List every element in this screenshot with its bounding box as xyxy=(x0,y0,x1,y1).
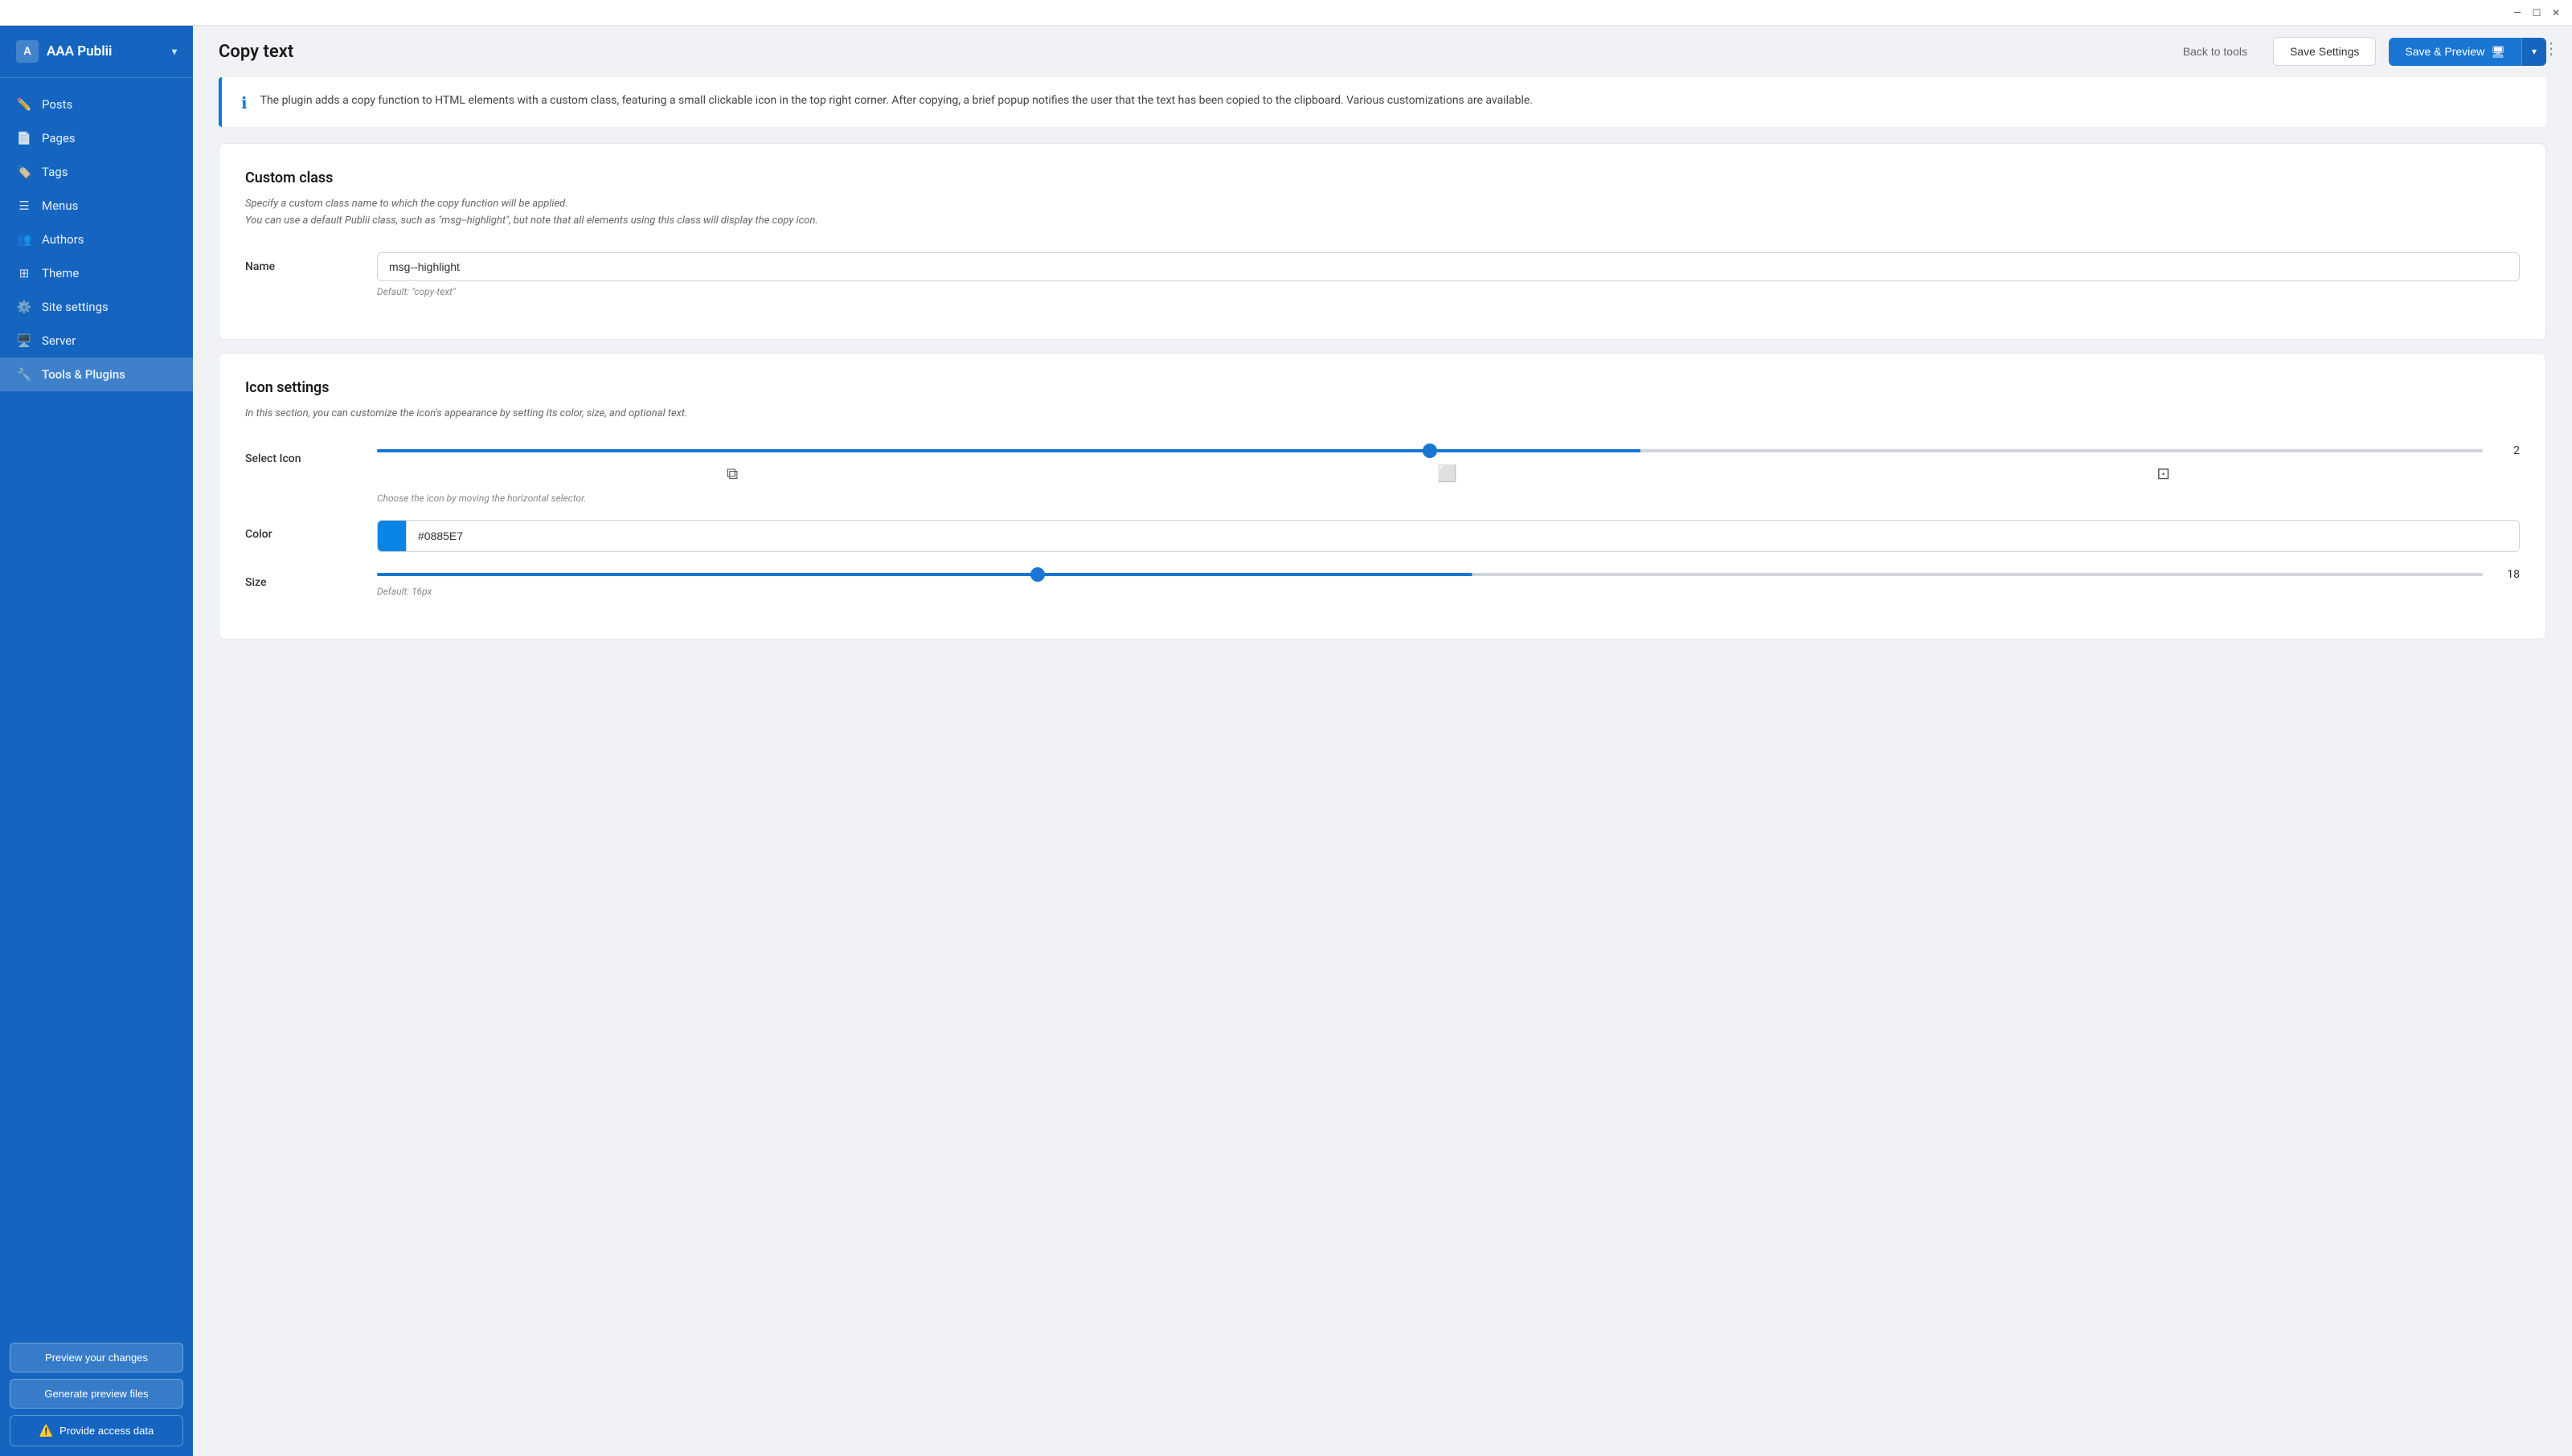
name-field-row: Name Default: "copy-text" xyxy=(245,252,2520,297)
sidebar-item-label: Site settings xyxy=(42,300,109,314)
site-settings-icon: ⚙️ xyxy=(16,299,32,315)
server-icon: 🖥️ xyxy=(16,333,32,349)
provide-access-label: Provide access data xyxy=(59,1425,154,1437)
theme-icon: ⊞ xyxy=(16,265,32,281)
size-slider-value: 18 xyxy=(2496,568,2520,581)
menus-icon: ☰ xyxy=(16,198,32,214)
title-bar: — ☐ ✕ xyxy=(0,0,2572,26)
sidebar-item-authors[interactable]: 👥 Authors xyxy=(0,223,193,256)
color-row: Color xyxy=(245,520,2520,552)
tools-plugins-icon: 🔧 xyxy=(16,366,32,382)
color-swatch[interactable] xyxy=(378,521,407,551)
select-icon-label: Select Icon xyxy=(245,444,358,465)
size-label: Size xyxy=(245,568,358,589)
tags-icon: 🏷️ xyxy=(16,164,32,180)
sidebar-item-pages[interactable]: 📄 Pages xyxy=(0,121,193,155)
sidebar-item-tags[interactable]: 🏷️ Tags xyxy=(0,155,193,189)
custom-class-description: Specify a custom class name to which the… xyxy=(245,196,2520,230)
app-body: A AAA Publii ▾ ✏️ Posts 📄 Pages 🏷️ Tags … xyxy=(0,26,2572,1456)
icon-slider-wrap: 2 xyxy=(377,444,2520,457)
sidebar: A AAA Publii ▾ ✏️ Posts 📄 Pages 🏷️ Tags … xyxy=(0,26,193,1456)
select-icon-row: Select Icon 2 ⧉ ⬜ ⊡ Choose the icon by m… xyxy=(245,444,2520,504)
size-slider-wrap: 18 xyxy=(377,568,2520,581)
sidebar-item-menus[interactable]: ☰ Menus xyxy=(0,189,193,223)
preview-changes-button[interactable]: Preview your changes xyxy=(10,1343,183,1372)
sidebar-item-posts[interactable]: ✏️ Posts xyxy=(0,88,193,121)
size-row: Size 18 Default: 16px xyxy=(245,568,2520,597)
color-input-wrap xyxy=(377,520,2520,552)
monitor-icon: 🖥 xyxy=(2491,45,2505,59)
posts-icon: ✏️ xyxy=(16,96,32,112)
color-label: Color xyxy=(245,520,358,541)
save-preview-group: Save & Preview 🖥 ▾ xyxy=(2389,38,2546,66)
custom-class-card: Custom class Specify a custom class name… xyxy=(219,143,2546,340)
sidebar-item-label: Menus xyxy=(42,198,78,213)
icon-settings-title: Icon settings xyxy=(245,379,2520,396)
sidebar-item-label: Posts xyxy=(42,97,72,112)
sidebar-item-site-settings[interactable]: ⚙️ Site settings xyxy=(0,290,193,324)
sidebar-item-label: Authors xyxy=(42,232,84,247)
sidebar-item-label: Server xyxy=(42,333,76,348)
info-icon: ℹ xyxy=(241,93,248,112)
name-input[interactable] xyxy=(377,252,2520,281)
minimize-button[interactable]: — xyxy=(2511,6,2524,19)
icon-slider-value: 2 xyxy=(2496,444,2520,457)
name-label: Name xyxy=(245,252,358,273)
icon-slider[interactable] xyxy=(377,449,2483,452)
icon-option-2: ⬜ xyxy=(1437,464,1457,483)
sidebar-item-server[interactable]: 🖥️ Server xyxy=(0,324,193,358)
brand-name: AAA Publii xyxy=(47,43,112,59)
save-settings-button[interactable]: Save Settings xyxy=(2273,37,2376,66)
main-content: Copy text Back to tools Save Settings Sa… xyxy=(193,26,2572,1456)
close-button[interactable]: ✕ xyxy=(2549,6,2562,19)
size-slider[interactable] xyxy=(377,573,2483,576)
content-area: ℹ The plugin adds a copy function to HTM… xyxy=(193,77,2572,678)
sidebar-item-tools-plugins[interactable]: 🔧 Tools & Plugins xyxy=(0,358,193,391)
sidebar-item-label: Pages xyxy=(42,131,76,145)
icon-previews: ⧉ ⬜ ⊡ xyxy=(377,457,2520,486)
custom-class-title: Custom class xyxy=(245,170,2520,186)
icon-option-1: ⧉ xyxy=(727,464,738,483)
topbar: Copy text Back to tools Save Settings Sa… xyxy=(193,26,2572,77)
name-hint: Default: "copy-text" xyxy=(377,286,2520,297)
sidebar-item-theme[interactable]: ⊞ Theme xyxy=(0,256,193,290)
save-preview-label: Save & Preview xyxy=(2405,45,2484,58)
icon-settings-card: Icon settings In this section, you can c… xyxy=(219,353,2546,640)
pages-icon: 📄 xyxy=(16,130,32,146)
sidebar-item-label: Tools & Plugins xyxy=(42,367,125,382)
custom-class-desc-line1: Specify a custom class name to which the… xyxy=(245,196,2520,213)
warning-icon: ⚠️ xyxy=(39,1424,53,1438)
icon-option-3: ⊡ xyxy=(2156,464,2170,483)
select-icon-wrap: 2 ⧉ ⬜ ⊡ Choose the icon by moving the ho… xyxy=(377,444,2520,504)
icon-selector-hint: Choose the icon by moving the horizontal… xyxy=(377,493,2520,504)
back-to-tools-button[interactable]: Back to tools xyxy=(2170,39,2260,64)
size-control-wrap: 18 Default: 16px xyxy=(377,568,2520,597)
sidebar-bottom: Preview your changes Generate preview fi… xyxy=(0,1333,193,1456)
brand[interactable]: A AAA Publii ▾ xyxy=(0,26,193,78)
icon-settings-description: In this section, you can customize the i… xyxy=(245,406,2520,423)
page-title: Copy text xyxy=(219,42,2157,62)
sidebar-item-label: Theme xyxy=(42,266,79,280)
color-input[interactable] xyxy=(407,522,2519,550)
brand-chevron-icon: ▾ xyxy=(172,46,177,57)
custom-class-desc-line2: You can use a default Publii class, such… xyxy=(245,213,2520,230)
info-banner: ℹ The plugin adds a copy function to HTM… xyxy=(219,77,2546,127)
sidebar-item-label: Tags xyxy=(42,165,68,179)
maximize-button[interactable]: ☐ xyxy=(2530,6,2543,19)
provide-access-button[interactable]: ⚠️ Provide access data xyxy=(10,1415,183,1446)
size-hint: Default: 16px xyxy=(377,586,2520,597)
icon-settings-desc: In this section, you can customize the i… xyxy=(245,406,2520,423)
save-preview-button[interactable]: Save & Preview 🖥 xyxy=(2389,38,2521,66)
info-text: The plugin adds a copy function to HTML … xyxy=(260,92,1533,109)
generate-preview-button[interactable]: Generate preview files xyxy=(10,1379,183,1409)
sidebar-nav: ✏️ Posts 📄 Pages 🏷️ Tags ☰ Menus 👥 Autho… xyxy=(0,78,193,1333)
color-control-wrap xyxy=(377,520,2520,552)
more-options-icon[interactable]: ⋮ xyxy=(2543,39,2559,58)
name-control-wrap: Default: "copy-text" xyxy=(377,252,2520,297)
brand-icon: A xyxy=(16,40,39,63)
authors-icon: 👥 xyxy=(16,231,32,247)
